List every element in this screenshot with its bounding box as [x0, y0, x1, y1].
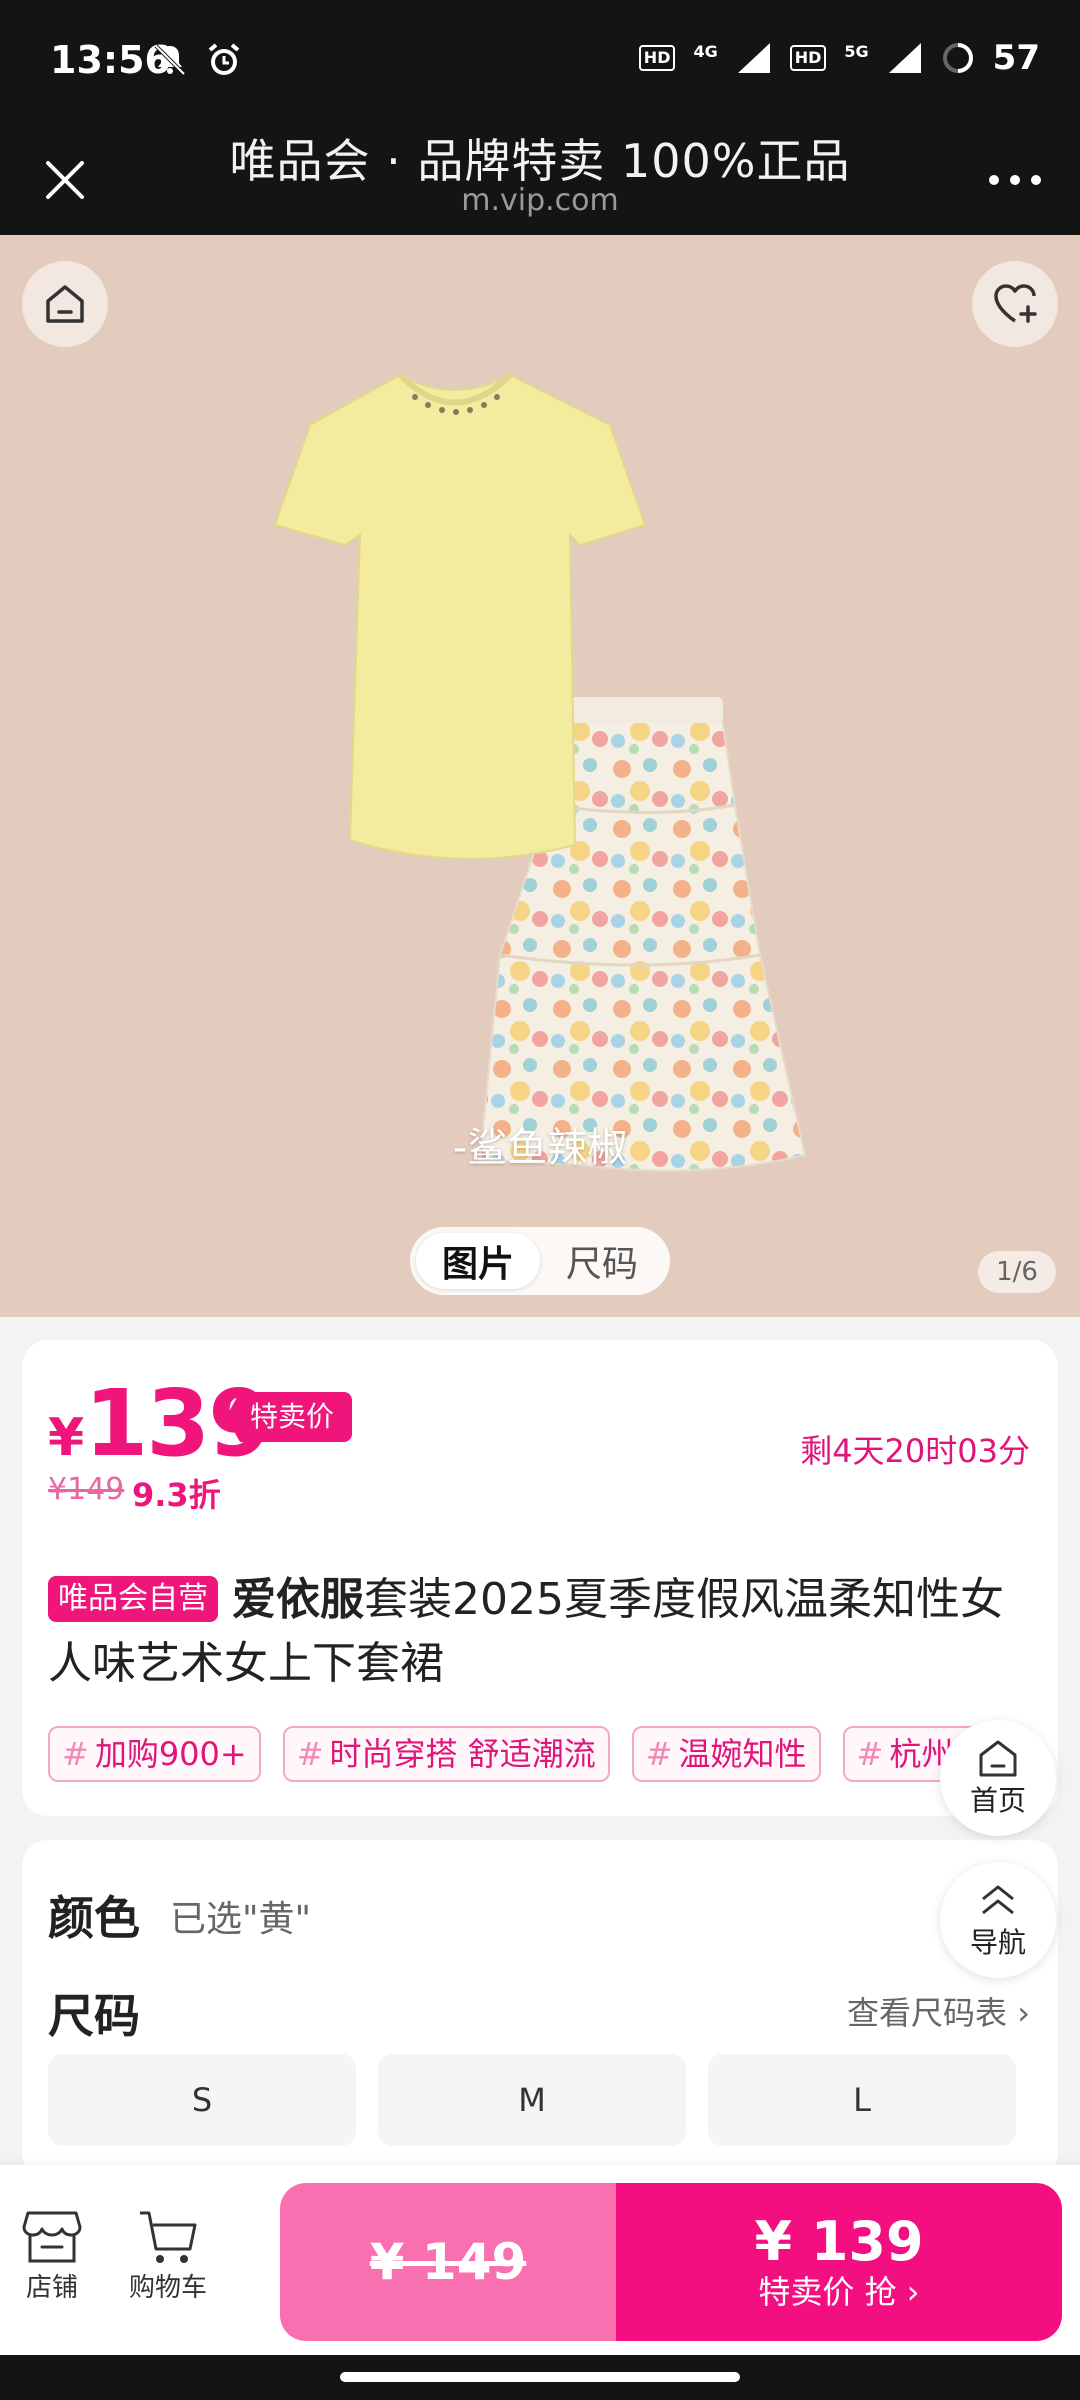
shop-label: 店铺 [25, 2273, 78, 2303]
more-options-icon[interactable] [980, 155, 1050, 205]
network-5g-label: 5G [844, 41, 869, 61]
size-options: S M L [48, 2054, 1016, 2146]
heart-plus-icon [994, 284, 1037, 323]
color-selected[interactable]: 已选"黄" [170, 1890, 311, 1942]
buy-label: 特卖价 抢 › [758, 2272, 919, 2312]
size-option-s[interactable]: S [48, 2054, 356, 2146]
bottom-action-bar: 店铺 购物车 ¥ 149 ¥ 139 特卖价 抢 › [0, 2165, 1080, 2355]
hd-badge-2: HD [789, 45, 827, 71]
self-operated-badge: 唯品会自营 [48, 1576, 218, 1622]
buy-label-text: 特卖价 抢 [758, 2273, 897, 2311]
cart-label: 购物车 [128, 2273, 207, 2303]
media-type-toggle[interactable]: 图片 尺码 [410, 1227, 670, 1295]
color-label: 颜色 [48, 1891, 140, 1945]
size-label: 尺码 [48, 1989, 140, 2043]
home-indicator[interactable] [340, 2372, 740, 2382]
status-right: HD 4G HD 5G 57 [638, 38, 1040, 78]
chevron-right-icon: › [1017, 1994, 1030, 2032]
battery-icon [942, 43, 973, 73]
alarm-icon [208, 43, 240, 75]
currency-symbol: ¥ [48, 1408, 85, 1468]
float-home-button[interactable]: 首页 [940, 1720, 1056, 1836]
original-price-button[interactable]: ¥ 149 [280, 2183, 616, 2341]
status-bar: 13:56 HD 4G HD 5G 57 [0, 0, 1080, 125]
favorite-button[interactable] [972, 261, 1058, 347]
hash-icon: # [645, 1735, 673, 1773]
muted-bell-icon [154, 44, 186, 76]
home-button[interactable] [22, 261, 108, 347]
buy-now-button[interactable]: ¥ 139 特卖价 抢 › [616, 2183, 1062, 2341]
original-price: ¥149 [48, 1472, 125, 1507]
image-page-indicator: 1/6 [978, 1251, 1056, 1293]
home-icon [979, 1740, 1017, 1777]
hash-icon: # [856, 1735, 884, 1773]
tag-label: 时尚穿搭 舒适潮流 [329, 1735, 596, 1773]
cart-icon [140, 2211, 197, 2263]
tag-label: 温婉知性 [678, 1735, 807, 1773]
product-gallery[interactable]: -鲨鱼辣椒 图片 尺码 1/6 [0, 235, 1080, 1317]
signal-icon [737, 43, 770, 73]
tag-label: 加购900+ [94, 1735, 247, 1773]
size-option-m[interactable]: M [378, 2054, 686, 2146]
buy-price: ¥ 139 [754, 2210, 924, 2273]
chevron-right-icon: › [906, 2273, 920, 2311]
product-image [273, 372, 807, 1172]
sale-price-tag: 特卖价 [226, 1392, 353, 1442]
purchase-buttons: ¥ 149 ¥ 139 特卖价 抢 › [280, 2183, 1062, 2341]
hash-icon: # [62, 1735, 89, 1773]
brand-name: 爱依服 [232, 1574, 364, 1625]
hash-icon: # [296, 1735, 324, 1773]
size-chart-label: 查看尺码表 [847, 1994, 1008, 2032]
product-title: 唯品会自营 爱依服套装2025夏季度假风温柔知性女人味艺术女上下套裙 [48, 1568, 1038, 1696]
product-tag[interactable]: # 温婉知性 [631, 1726, 821, 1782]
network-4g-label: 4G [693, 41, 718, 61]
price-card: ¥ 139 特卖价 剩4天20时03分 ¥149 9.3折 唯品会自营 爱依服套装… [22, 1340, 1058, 1816]
shop-button[interactable]: 店铺 [2, 2207, 102, 2304]
product-tags: #加购900+ #时尚穿搭 舒适潮流 #温婉知性 #杭州流行 [48, 1726, 1008, 1782]
store-icon [22, 2211, 82, 2263]
home-icon [46, 285, 84, 323]
size-option-l[interactable]: L [708, 2054, 1016, 2146]
cart-button[interactable]: 购物车 [118, 2207, 218, 2304]
signal-icon-2 [888, 43, 921, 73]
discount-rate: 9.3折 [132, 1476, 221, 1514]
battery-level: 57 [992, 38, 1040, 78]
float-nav-button[interactable]: 导航 [940, 1862, 1056, 1978]
system-nav-bar [0, 2355, 1080, 2400]
spec-card: 颜色 已选"黄" 尺码 查看尺码表 › S M L [22, 1840, 1058, 2180]
tab-size[interactable]: 尺码 [540, 1233, 664, 1289]
float-home-label: 首页 [969, 1784, 1026, 1817]
page-url: m.vip.com [461, 183, 619, 218]
product-tag[interactable]: # 加购900+ [48, 1726, 261, 1782]
float-nav-label: 导航 [969, 1926, 1026, 1959]
browser-header: 唯品会 · 品牌特卖 100%正品 m.vip.com [0, 125, 1080, 235]
status-notification-icons [150, 40, 244, 80]
sale-countdown: 剩4天20时03分 [800, 1432, 1030, 1470]
image-watermark: -鲨鱼辣椒 [452, 1125, 628, 1171]
size-chart-link[interactable]: 查看尺码表 › [847, 1988, 1030, 2034]
page-title: 唯品会 · 品牌特卖 100%正品 [229, 134, 851, 188]
product-tag[interactable]: # 时尚穿搭 舒适潮流 [282, 1726, 610, 1782]
tab-images[interactable]: 图片 [416, 1233, 540, 1289]
double-chevron-up-icon [982, 1885, 1014, 1915]
hd-badge: HD [638, 45, 676, 71]
